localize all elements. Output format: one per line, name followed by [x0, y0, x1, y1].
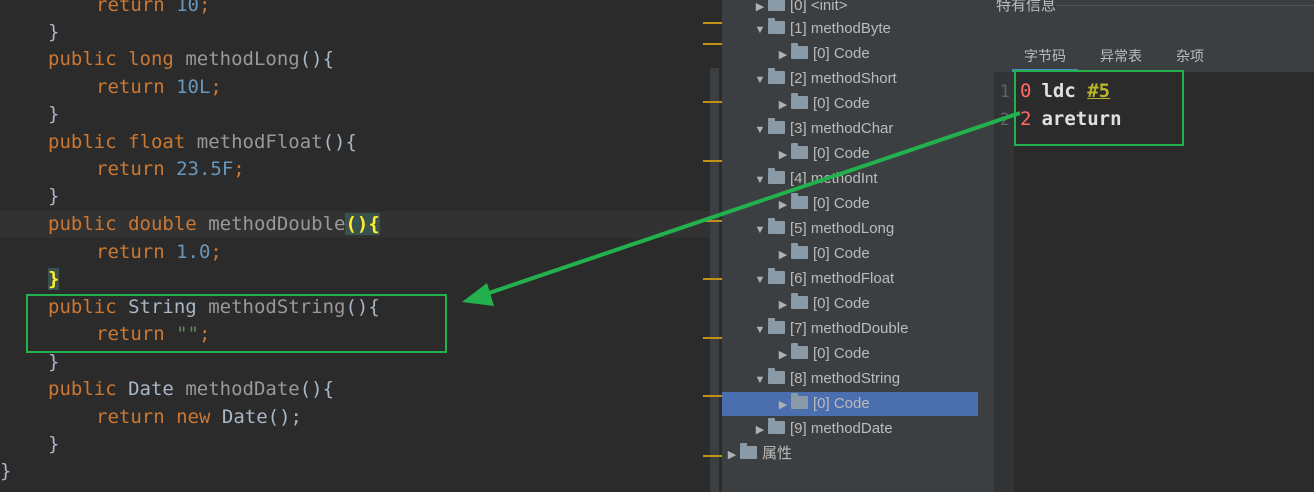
folder-icon [791, 243, 808, 260]
collapsed-arrow-icon[interactable]: ▶ [775, 393, 791, 417]
code-line: public long methodLong(){ [48, 48, 335, 70]
expanded-arrow-icon[interactable]: ▼ [752, 368, 768, 392]
folder-icon [768, 168, 785, 185]
code-line: } [48, 185, 60, 207]
tree-item-code[interactable]: ▶ [0] Code [775, 92, 870, 116]
code-line: } [48, 433, 60, 455]
collapsed-arrow-icon[interactable]: ▶ [752, 418, 768, 442]
expanded-arrow-icon[interactable]: ▼ [752, 318, 768, 342]
collapsed-arrow-icon[interactable]: ▶ [775, 43, 791, 67]
folder-icon [791, 343, 808, 360]
folder-icon [768, 368, 785, 385]
collapsed-arrow-icon[interactable]: ▶ [724, 443, 740, 467]
code-line: return new Date(); [96, 406, 302, 428]
tree-item-methodfloat[interactable]: ▼ [6] methodFloat [752, 267, 894, 291]
error-stripe-marker[interactable] [703, 395, 722, 397]
expanded-arrow-icon[interactable]: ▼ [752, 68, 768, 92]
error-stripe-marker[interactable] [703, 220, 722, 222]
folder-icon [791, 43, 808, 60]
folder-icon [768, 0, 785, 12]
collapsed-arrow-icon[interactable]: ▶ [775, 143, 791, 167]
tree-item-methodint[interactable]: ▼ [4] methodInt [752, 167, 878, 191]
expanded-arrow-icon[interactable]: ▼ [752, 18, 768, 42]
expanded-arrow-icon[interactable]: ▼ [752, 168, 768, 192]
folder-icon [791, 143, 808, 160]
tree-item-methodshort[interactable]: ▼ [2] methodShort [752, 67, 897, 91]
folder-icon [791, 393, 808, 410]
error-stripe-marker[interactable] [703, 101, 722, 103]
tree-item-methoddate[interactable]: ▶ [9] methodDate [752, 417, 893, 441]
folder-icon [740, 443, 757, 460]
code-line: return 1.0; [96, 241, 222, 263]
folder-icon [768, 418, 785, 435]
code-line: return 10L; [96, 76, 222, 98]
highlight-box-source [26, 294, 447, 353]
error-stripe-marker[interactable] [703, 160, 722, 162]
editor-scrollbar[interactable] [710, 0, 722, 492]
title-divider [1056, 5, 1314, 6]
code-line: public Date methodDate(){ [48, 378, 335, 400]
collapsed-arrow-icon[interactable]: ▶ [775, 193, 791, 217]
collapsed-arrow-icon[interactable]: ▶ [775, 293, 791, 317]
folder-icon [791, 93, 808, 110]
code-line: public float methodFloat(){ [48, 131, 357, 153]
code-line: } [48, 268, 60, 290]
folder-icon [791, 193, 808, 210]
folder-icon [768, 318, 785, 335]
scrollbar-track[interactable] [710, 68, 719, 492]
tree-item-code[interactable]: ▶ [0] Code [775, 242, 870, 266]
tree-item-methodstring[interactable]: ▼ [8] methodString [752, 367, 900, 391]
tree-item-attributes[interactable]: ▶ 属性 [724, 442, 792, 466]
error-stripe-marker[interactable] [703, 278, 722, 280]
folder-icon [768, 268, 785, 285]
expanded-arrow-icon[interactable]: ▼ [752, 268, 768, 292]
code-line: return 23.5F; [96, 158, 245, 180]
highlight-box-bytecode [1014, 70, 1184, 146]
code-line: return 10; [96, 0, 211, 16]
collapsed-arrow-icon[interactable]: ▶ [775, 93, 791, 117]
collapsed-arrow-icon[interactable]: ▶ [775, 343, 791, 367]
tab-bytecode[interactable]: 字节码 [1012, 44, 1078, 72]
panel-title: 特有信息 [996, 0, 1057, 14]
tree-item-code[interactable]: ▶ [0] Code [775, 192, 870, 216]
code-line: } [48, 351, 60, 373]
tree-item-methoddouble[interactable]: ▼ [7] methodDouble [752, 317, 908, 341]
folder-icon [791, 293, 808, 310]
expanded-arrow-icon[interactable]: ▼ [752, 118, 768, 142]
tree-item-methodlong[interactable]: ▼ [5] methodLong [752, 217, 894, 241]
tree-item-code[interactable]: ▶ [0] Code [775, 142, 870, 166]
tree-item-methodbyte[interactable]: ▼ [1] methodByte [752, 17, 891, 41]
tree-item-code-selected[interactable]: ▶ [0] Code [722, 392, 978, 416]
tree-item-init[interactable]: ▶ [0] <init> [752, 0, 848, 18]
code-line: } [48, 21, 60, 43]
folder-icon [768, 218, 785, 235]
folder-icon [768, 118, 785, 135]
tab-exception-table[interactable]: 异常表 [1092, 44, 1150, 72]
error-stripe-marker[interactable] [703, 22, 722, 24]
error-stripe-marker[interactable] [703, 43, 722, 45]
current-code-line: public double methodDouble(){ [0, 211, 710, 238]
tab-bar: 字节码 异常表 杂项 [994, 44, 1314, 72]
tree-item-code[interactable]: ▶ [0] Code [775, 42, 870, 66]
folder-icon [768, 18, 785, 35]
collapsed-arrow-icon[interactable]: ▶ [775, 243, 791, 267]
tree-item-code[interactable]: ▶ [0] Code [775, 292, 870, 316]
tree-item-code[interactable]: ▶ [0] Code [775, 342, 870, 366]
error-stripe-marker[interactable] [703, 455, 722, 457]
expanded-arrow-icon[interactable]: ▼ [752, 218, 768, 242]
tree-item-methodchar[interactable]: ▼ [3] methodChar [752, 117, 893, 141]
folder-icon [768, 68, 785, 85]
line-number-gutter [994, 72, 1014, 492]
class-structure-tree[interactable]: ▶ [0] <init> ▼ [1] methodByte ▶ [0] Code ▼[… [722, 0, 994, 492]
code-line: } [0, 460, 12, 482]
code-editor[interactable]: return 10; } public long methodLong(){ r… [0, 0, 710, 492]
error-stripe-marker[interactable] [703, 337, 722, 339]
tab-misc[interactable]: 杂项 [1170, 44, 1210, 72]
code-line: } [48, 103, 60, 125]
